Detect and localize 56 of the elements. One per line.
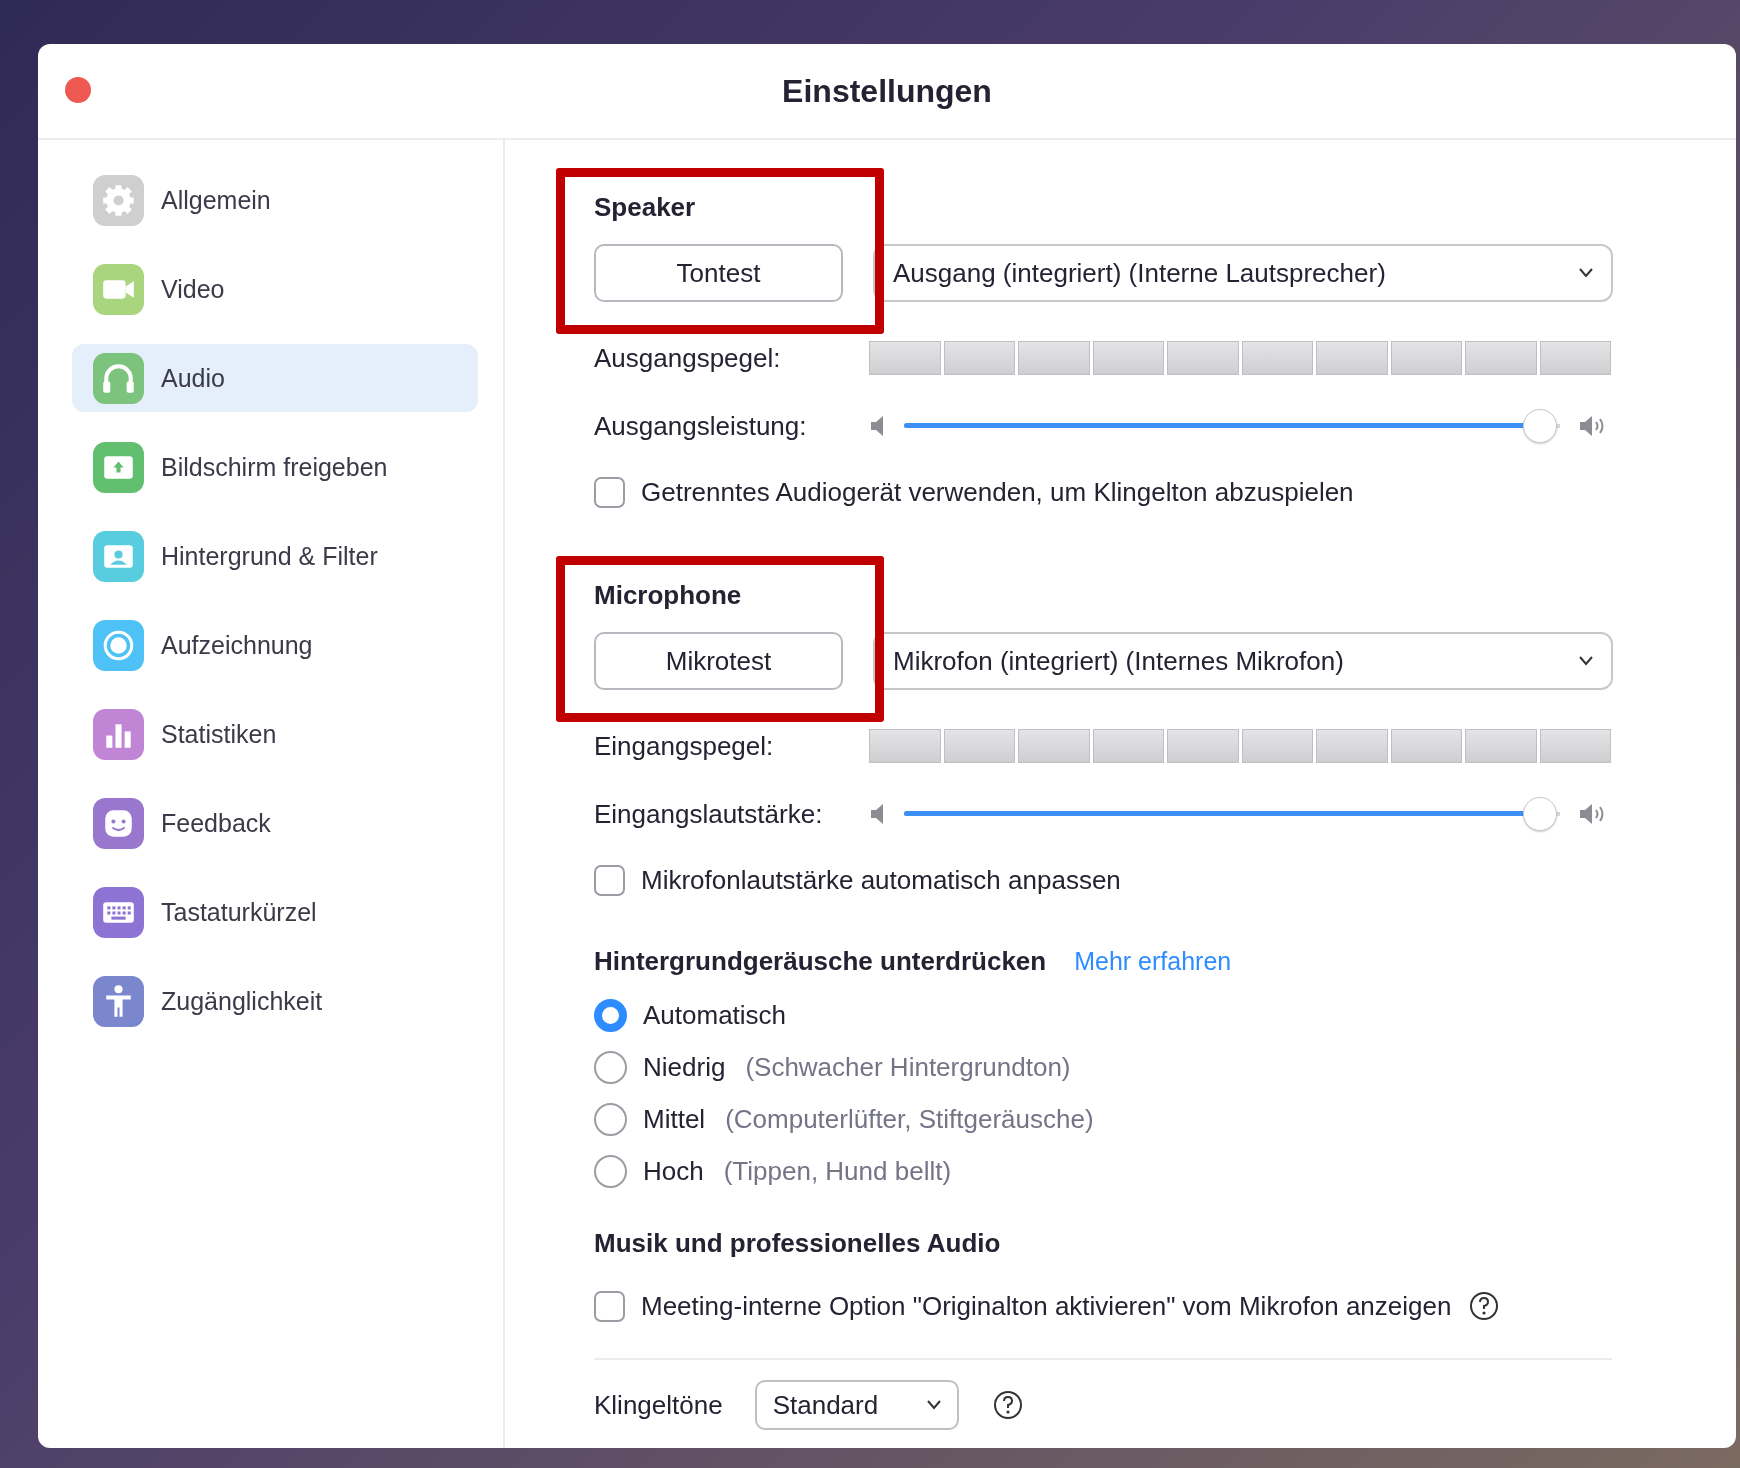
field-label: Ausgangsleistung: — [594, 410, 808, 442]
test-button[interactable]: Tontest — [594, 244, 843, 302]
field-label: Eingangspegel: — [594, 730, 775, 762]
section-heading: Hintergrundgeräusche unterdrücken — [594, 946, 1047, 976]
caret-icon — [1579, 656, 1593, 666]
section-heading: Microphone — [594, 580, 742, 610]
caret-icon — [926, 1400, 941, 1410]
video-camera-icon — [93, 263, 144, 315]
field-label: Klingeltöne — [594, 1389, 723, 1421]
sidebar-item[interactable]: Statistiken — [72, 700, 478, 768]
sidebar-item[interactable]: Hintergrund & Filter — [72, 522, 478, 590]
help-icon — [992, 1390, 1023, 1420]
sidebar-item[interactable]: Allgemein — [72, 166, 478, 234]
share-screen-icon — [93, 441, 144, 493]
keyboard-icon — [93, 886, 144, 938]
checkbox-label: Meeting-interne Option "Originalton aktivieren" vom Mikrofon anzeigen — [641, 1290, 1452, 1322]
window-title: Einstellungen — [782, 72, 992, 110]
dropdown-value: Mikrofon (integriert) (Internes Mikrofon) — [893, 645, 1344, 677]
close-button[interactable] — [65, 77, 91, 103]
radio-option[interactable]: Mittel (Computerlüfter, Stiftgeräusche) — [594, 1100, 1094, 1138]
device-dropdown[interactable]: Mikrofon (integriert) (Internes Mikrofon) — [873, 632, 1613, 690]
field-label: Eingangslautstärke: — [594, 798, 824, 830]
smiley-icon — [93, 797, 144, 849]
bar-chart-icon — [93, 708, 144, 760]
section-heading: Musik und professionelles Audio — [594, 1228, 1001, 1258]
portrait-icon — [93, 530, 144, 582]
sidebar-item[interactable]: Video — [72, 255, 478, 323]
checkbox[interactable] — [594, 864, 625, 896]
caret-icon — [1579, 268, 1593, 278]
checkbox-label: Mikrofonlautstärke automatisch anpassen — [641, 864, 1121, 896]
headphones-icon — [93, 352, 144, 404]
checkbox[interactable] — [594, 476, 625, 508]
sidebar-item[interactable]: Audio — [72, 344, 478, 412]
test-button[interactable]: Mikrotest — [594, 632, 843, 690]
section-heading: Speaker — [594, 192, 696, 222]
radio-option[interactable]: Niedrig (Schwacher Hintergrundton) — [594, 1048, 1094, 1086]
sidebar-item[interactable]: Aufzeichnung — [72, 611, 478, 679]
slider-thumb[interactable] — [1523, 409, 1558, 443]
radio-option[interactable]: Hoch (Tippen, Hund bellt) — [594, 1152, 1094, 1190]
gear-icon — [93, 174, 144, 226]
sidebar-item[interactable]: Feedback — [72, 789, 478, 857]
dropdown-value: Ausgang (integriert) (Interne Lautsprecher) — [893, 257, 1386, 289]
checkbox[interactable] — [594, 1290, 625, 1322]
accessibility-icon — [93, 975, 144, 1027]
slider-thumb[interactable] — [1523, 797, 1558, 831]
sidebar-item[interactable]: Zugänglichkeit — [72, 967, 478, 1035]
record-icon — [93, 619, 144, 671]
field-label: Ausgangspegel: — [594, 342, 782, 374]
sidebar-item[interactable]: Bildschirm freigeben — [72, 433, 478, 501]
checkbox-label: Getrenntes Audiogerät verwenden, um Klingelton abzuspielen — [641, 476, 1354, 508]
help-icon — [1469, 1291, 1500, 1321]
sidebar-item[interactable]: Tastaturkürzel — [72, 878, 478, 946]
dropdown-value: Standard — [772, 1389, 879, 1421]
radio-option[interactable]: Automatisch — [594, 996, 1094, 1034]
device-dropdown[interactable]: Ausgang (integriert) (Interne Lautsprecher) — [873, 244, 1613, 302]
ringtone-dropdown[interactable]: Standard — [754, 1380, 959, 1430]
